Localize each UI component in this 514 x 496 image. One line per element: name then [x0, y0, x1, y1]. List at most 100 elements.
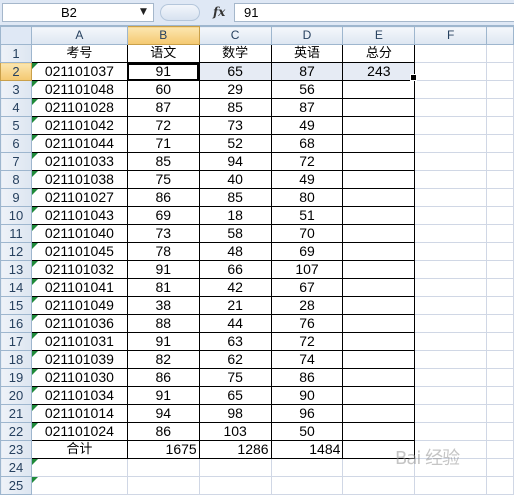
cell-e6[interactable] [342, 134, 416, 153]
column-header-b[interactable]: B [126, 26, 200, 45]
row-header-12[interactable]: 12 [0, 242, 32, 261]
cell-d21[interactable]: 96 [270, 404, 344, 423]
name-box[interactable]: B2 [2, 3, 154, 22]
cell-e14[interactable] [342, 278, 416, 297]
name-box-dropdown-icon[interactable]: ▼ [140, 4, 147, 21]
cell-a7[interactable]: 021101033 [30, 152, 128, 171]
cell-c21[interactable]: 98 [198, 404, 272, 423]
cell-e22[interactable] [342, 422, 416, 441]
row-header-22[interactable]: 22 [0, 422, 32, 441]
cell-b22[interactable]: 86 [126, 422, 200, 441]
column-header-d[interactable]: D [270, 26, 344, 45]
cell-c16[interactable]: 44 [198, 314, 272, 333]
cell-c8[interactable]: 40 [198, 170, 272, 189]
row-header-7[interactable]: 7 [0, 152, 32, 171]
cell-c3[interactable]: 29 [198, 80, 272, 99]
cell-e18[interactable] [342, 350, 416, 369]
cell-f22[interactable] [414, 422, 488, 441]
cell-c25[interactable] [198, 476, 272, 495]
row-header-18[interactable]: 18 [0, 350, 32, 369]
cell-d12[interactable]: 69 [270, 242, 344, 261]
cell-e10[interactable] [342, 206, 416, 225]
cell-c23[interactable]: 1286 [198, 440, 272, 459]
cell-e21[interactable] [342, 404, 416, 423]
cell-c7[interactable]: 94 [198, 152, 272, 171]
cell-a25[interactable] [30, 476, 128, 495]
cell-a13[interactable]: 021101032 [30, 260, 128, 279]
cell-e8[interactable] [342, 170, 416, 189]
cell-b5[interactable]: 72 [126, 116, 200, 135]
cell-a15[interactable]: 021101049 [30, 296, 128, 315]
row-header-21[interactable]: 21 [0, 404, 32, 423]
cell-a17[interactable]: 021101031 [30, 332, 128, 351]
cell-f25[interactable] [414, 476, 488, 495]
cell-a5[interactable]: 021101042 [30, 116, 128, 135]
row-header-3[interactable]: 3 [0, 80, 32, 99]
cell-g5[interactable] [486, 116, 514, 135]
cell-g20[interactable] [486, 386, 514, 405]
cell-b7[interactable]: 85 [126, 152, 200, 171]
cell-a3[interactable]: 021101048 [30, 80, 128, 99]
cell-b25[interactable] [126, 476, 200, 495]
cell-e2[interactable]: 243 [342, 62, 416, 81]
cell-d24[interactable] [270, 458, 344, 477]
cell-f4[interactable] [414, 98, 488, 117]
insert-function-button[interactable]: fx [213, 3, 225, 21]
row-header-19[interactable]: 19 [0, 368, 32, 387]
cell-c20[interactable]: 65 [198, 386, 272, 405]
cell-e15[interactable] [342, 296, 416, 315]
cell-b2[interactable]: 91 [126, 62, 200, 81]
cell-c5[interactable]: 73 [198, 116, 272, 135]
column-header-a[interactable]: A [30, 26, 128, 45]
cell-d15[interactable]: 28 [270, 296, 344, 315]
cell-a24[interactable] [30, 458, 128, 477]
cell-c2[interactable]: 65 [198, 62, 272, 81]
cell-d13[interactable]: 107 [270, 260, 344, 279]
cell-g10[interactable] [486, 206, 514, 225]
cell-e11[interactable] [342, 224, 416, 243]
cell-e19[interactable] [342, 368, 416, 387]
cell-f10[interactable] [414, 206, 488, 225]
cell-c4[interactable]: 85 [198, 98, 272, 117]
row-header-2[interactable]: 2 [0, 62, 32, 81]
cell-e25[interactable] [342, 476, 416, 495]
cell-d25[interactable] [270, 476, 344, 495]
cell-g2[interactable] [486, 62, 514, 81]
cell-b13[interactable]: 91 [126, 260, 200, 279]
row-header-4[interactable]: 4 [0, 98, 32, 117]
cell-c9[interactable]: 85 [198, 188, 272, 207]
cell-f18[interactable] [414, 350, 488, 369]
cell-g4[interactable] [486, 98, 514, 117]
cell-a14[interactable]: 021101041 [30, 278, 128, 297]
cell-d1[interactable]: 英语 [270, 44, 344, 63]
row-header-23[interactable]: 23 [0, 440, 32, 459]
cell-b24[interactable] [126, 458, 200, 477]
cell-c24[interactable] [198, 458, 272, 477]
cell-g18[interactable] [486, 350, 514, 369]
cell-c6[interactable]: 52 [198, 134, 272, 153]
cell-d20[interactable]: 90 [270, 386, 344, 405]
cell-f1[interactable] [414, 44, 488, 63]
cell-a6[interactable]: 021101044 [30, 134, 128, 153]
cell-d17[interactable]: 72 [270, 332, 344, 351]
cell-b1[interactable]: 语文 [126, 44, 200, 63]
cell-e16[interactable] [342, 314, 416, 333]
cell-c17[interactable]: 63 [198, 332, 272, 351]
cell-b10[interactable]: 69 [126, 206, 200, 225]
cell-b23[interactable]: 1675 [126, 440, 200, 459]
cell-b8[interactable]: 75 [126, 170, 200, 189]
row-header-14[interactable]: 14 [0, 278, 32, 297]
cell-c15[interactable]: 21 [198, 296, 272, 315]
cell-e13[interactable] [342, 260, 416, 279]
row-header-24[interactable]: 24 [0, 458, 32, 477]
row-header-10[interactable]: 10 [0, 206, 32, 225]
cell-f15[interactable] [414, 296, 488, 315]
cell-c18[interactable]: 62 [198, 350, 272, 369]
cell-b21[interactable]: 94 [126, 404, 200, 423]
row-header-9[interactable]: 9 [0, 188, 32, 207]
cell-f2[interactable] [414, 62, 488, 81]
cell-a1[interactable]: 考号 [30, 44, 128, 63]
cell-b14[interactable]: 81 [126, 278, 200, 297]
cell-f3[interactable] [414, 80, 488, 99]
cell-e1[interactable]: 总分 [342, 44, 416, 63]
